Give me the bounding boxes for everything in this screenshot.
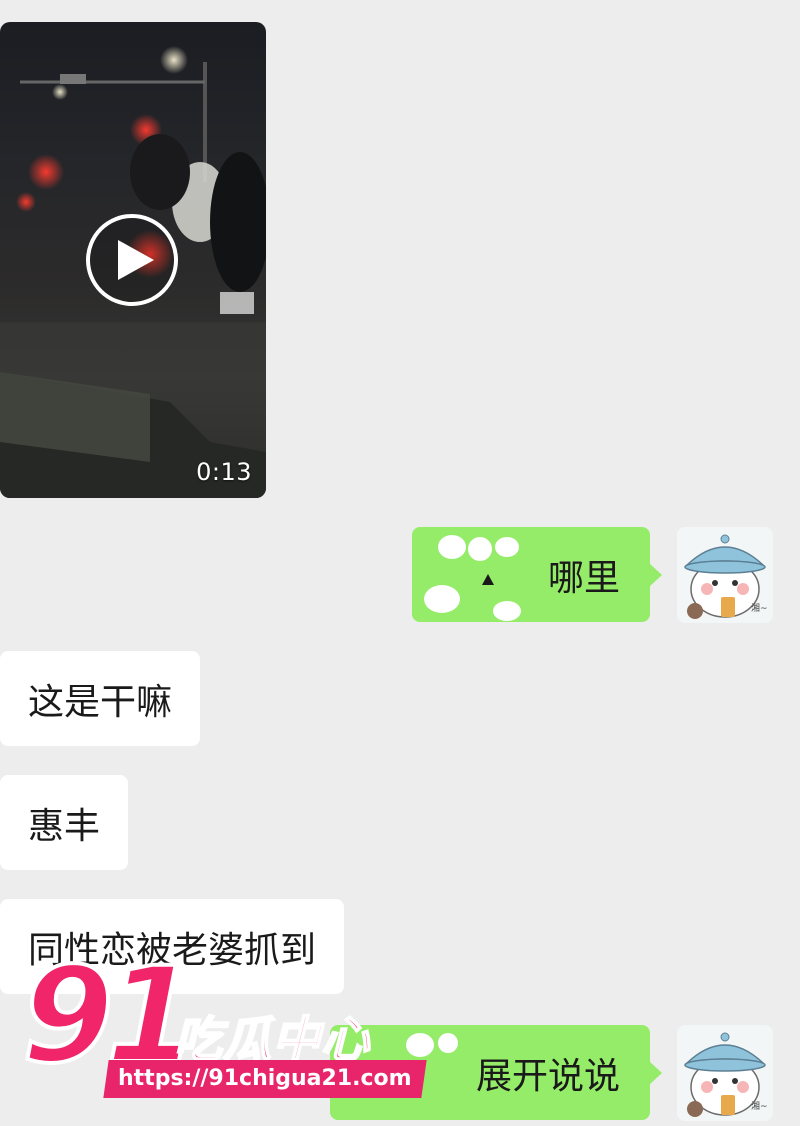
message-text: 这是干嘛 — [28, 681, 173, 723]
avatar-caption: 湘~ — [751, 602, 768, 614]
avatar[interactable]: 湘~ — [677, 527, 773, 623]
video-duration: 0:13 — [196, 458, 252, 486]
watermark-url: https://91chigua21.com — [103, 1060, 427, 1098]
watermark-url-text: https://91chigua21.com — [118, 1066, 412, 1091]
message-text: 展开说说 — [475, 1055, 620, 1097]
chat-screen: 0:13 哪里 湘~ 这是干嘛 惠丰 同性恋被老婆抓到 展开说说 湘~ 91 吃… — [0, 0, 800, 1126]
blurred-emoji-icon — [424, 535, 521, 621]
message-bubble-in[interactable]: 这是干嘛 — [0, 651, 201, 746]
play-button[interactable] — [86, 214, 178, 306]
message-text: 哪里 — [547, 557, 620, 599]
message-text: 惠丰 — [28, 805, 101, 847]
panda-avatar-icon: 湘~ — [684, 1032, 768, 1117]
message-bubble-out[interactable]: 哪里 — [412, 527, 662, 622]
play-icon — [118, 240, 154, 280]
panda-avatar-icon: 湘~ — [684, 534, 768, 619]
avatar[interactable]: 湘~ — [677, 1025, 773, 1121]
video-message[interactable]: 0:13 — [0, 22, 266, 498]
message-bubble-in[interactable]: 惠丰 — [0, 775, 129, 870]
avatar-caption: 湘~ — [751, 1100, 768, 1112]
watermark: 91 吃瓜中心 https://91chigua21.com — [20, 948, 427, 1126]
